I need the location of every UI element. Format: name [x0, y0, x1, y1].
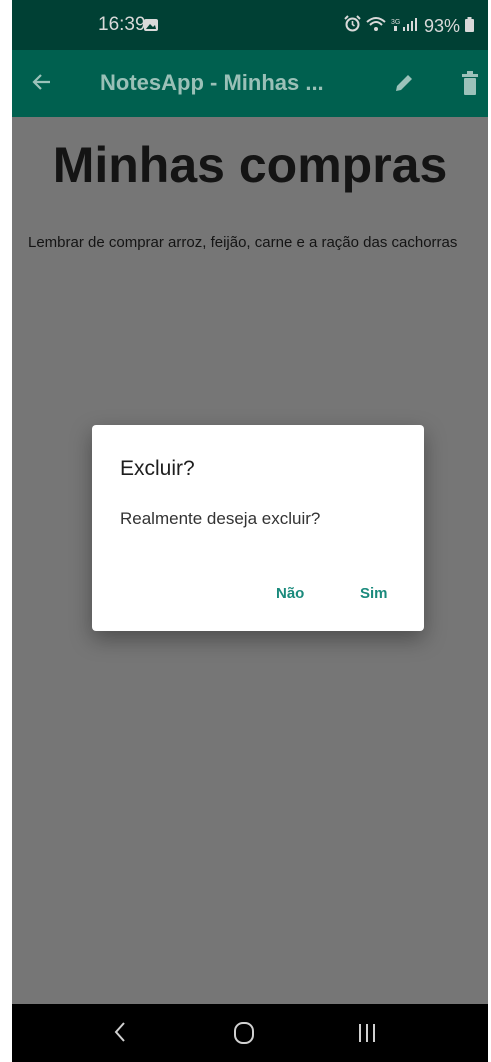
status-bar: 16:39 3G 93%	[12, 0, 488, 50]
nav-recents-icon[interactable]	[357, 1023, 377, 1048]
delete-confirm-dialog: Excluir? Realmente deseja excluir? Não S…	[92, 425, 424, 631]
app-bar: NotesApp - Minhas ...	[12, 50, 488, 117]
nav-home-icon[interactable]	[233, 1021, 255, 1050]
nav-back-icon[interactable]	[113, 1021, 127, 1048]
pencil-icon[interactable]	[393, 72, 415, 99]
note-title: Minhas compras	[52, 137, 448, 193]
no-button[interactable]: Não	[268, 581, 312, 606]
phone-screen: 16:39 3G 93% NotesApp - Minhas ... Minha…	[12, 0, 488, 1062]
status-time: 16:39	[98, 14, 146, 35]
battery-icon	[465, 16, 474, 37]
alarm-icon	[344, 15, 361, 37]
trash-icon[interactable]	[462, 71, 478, 100]
dialog-title: Excluir?	[120, 457, 195, 480]
dialog-message: Realmente deseja excluir?	[120, 509, 321, 528]
back-arrow-icon[interactable]	[32, 72, 52, 97]
battery-text: 93%	[423, 15, 460, 36]
svg-text:3G: 3G	[391, 19, 400, 26]
wifi-icon	[366, 16, 386, 37]
app-title: NotesApp - Minhas ...	[100, 70, 324, 95]
yes-button[interactable]: Sim	[352, 581, 396, 606]
gallery-icon	[144, 18, 158, 36]
note-body: Lembrar de comprar arroz, feijão, carne …	[28, 234, 458, 251]
system-nav-bar	[12, 1004, 488, 1062]
signal-icon: 3G	[391, 16, 419, 37]
status-icons: 3G 93%	[344, 15, 474, 37]
